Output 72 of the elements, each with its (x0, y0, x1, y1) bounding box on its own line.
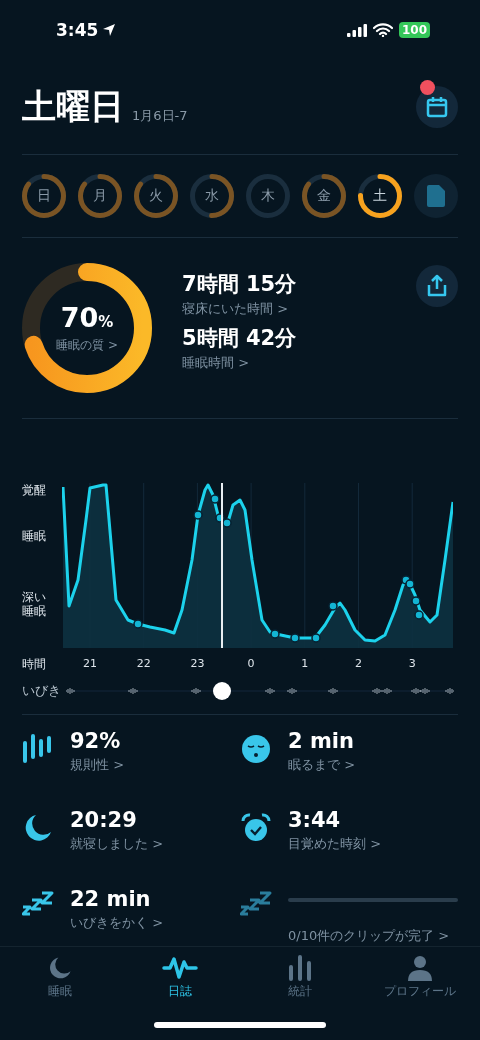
stat-link[interactable]: いびきをかく > (70, 914, 240, 932)
date-range: 1月6日-7 (132, 107, 188, 125)
tab[interactable]: 日誌 (120, 947, 240, 1007)
quality-link[interactable]: 睡眠の質 > (56, 336, 118, 354)
calendar-icon (426, 96, 448, 118)
stat-link[interactable]: 目覚めた時刻 > (288, 835, 458, 853)
stat-value: 22 min (70, 887, 152, 911)
stat-link[interactable]: 就寝しました > (70, 835, 240, 853)
stat-link[interactable]: 0/10件のクリップが完了 > (288, 927, 458, 945)
bars-icon (22, 733, 54, 765)
data-point (290, 633, 300, 643)
share-icon (426, 274, 448, 298)
metric-value: 5時間 42分 (182, 325, 298, 352)
metric-link[interactable]: 睡眠時間 > (182, 354, 386, 372)
data-point (133, 619, 143, 629)
data-point (411, 596, 421, 606)
calendar-button[interactable] (416, 86, 458, 128)
hour-label: 22 (136, 657, 151, 670)
wifi-icon (372, 23, 393, 37)
moon-icon (47, 955, 73, 981)
share-button[interactable] (416, 265, 458, 307)
signal-icon (346, 23, 367, 37)
day-ring-button[interactable]: 金 (302, 174, 346, 218)
hour-label: 23 (190, 657, 205, 670)
day-ring-button[interactable]: 土 (358, 174, 402, 218)
quality-score: 70% (60, 302, 114, 335)
data-point (270, 629, 280, 639)
metric-link[interactable]: 寝床にいた時間 > (182, 300, 386, 318)
stage-label: 覚醒 (22, 483, 46, 497)
snore-label: いびき (22, 682, 62, 700)
hour-label: 1 (301, 657, 309, 670)
stat-value: 2 min (288, 729, 355, 753)
tab[interactable]: 睡眠 (0, 947, 120, 1007)
stage-label: 睡眠 (22, 529, 46, 543)
day-title: 土曜日 (22, 85, 124, 128)
data-point (414, 610, 424, 620)
axis-label: 時間 (22, 655, 47, 673)
hour-label: 0 (247, 657, 255, 670)
hour-label: 21 (83, 657, 97, 670)
day-ring-button[interactable]: 木 (246, 174, 290, 218)
document-icon (427, 185, 445, 207)
stage-label: 深い睡眠 (22, 590, 46, 618)
data-point (193, 510, 203, 520)
stat-value: 3:44 (288, 808, 342, 832)
hour-label: 2 (355, 657, 362, 670)
playback-slider-thumb[interactable] (213, 682, 232, 700)
sleeping-face-icon (240, 733, 272, 765)
data-point (405, 579, 415, 589)
data-point (328, 601, 338, 611)
day-ring-button[interactable]: 日 (22, 174, 66, 218)
person-icon (407, 955, 433, 981)
hour-label: 3 (408, 657, 416, 670)
report-button[interactable] (414, 174, 458, 218)
data-point (222, 518, 232, 528)
location-arrow-icon (102, 23, 117, 37)
metric-value: 7時間 15分 (182, 271, 298, 298)
tab[interactable]: 統計 (240, 947, 360, 1007)
clock-time: 3:45 (56, 20, 99, 40)
data-point (311, 633, 321, 643)
data-point (210, 494, 220, 504)
bars-icon (287, 955, 313, 981)
day-ring-button[interactable]: 水 (190, 174, 234, 218)
wave-icon (162, 955, 198, 981)
day-ring-button[interactable]: 火 (134, 174, 178, 218)
tab[interactable]: プロフィール (360, 947, 480, 1007)
stat-value: 20:29 (70, 808, 138, 832)
day-ring-button[interactable]: 月 (78, 174, 122, 218)
stat-link[interactable]: 規則性 > (70, 756, 240, 774)
stat-link[interactable]: 眠るまで > (288, 756, 458, 774)
battery-level: 100 (398, 22, 430, 38)
alarm-clock-icon (240, 812, 272, 844)
stat-value: 92% (70, 729, 122, 753)
